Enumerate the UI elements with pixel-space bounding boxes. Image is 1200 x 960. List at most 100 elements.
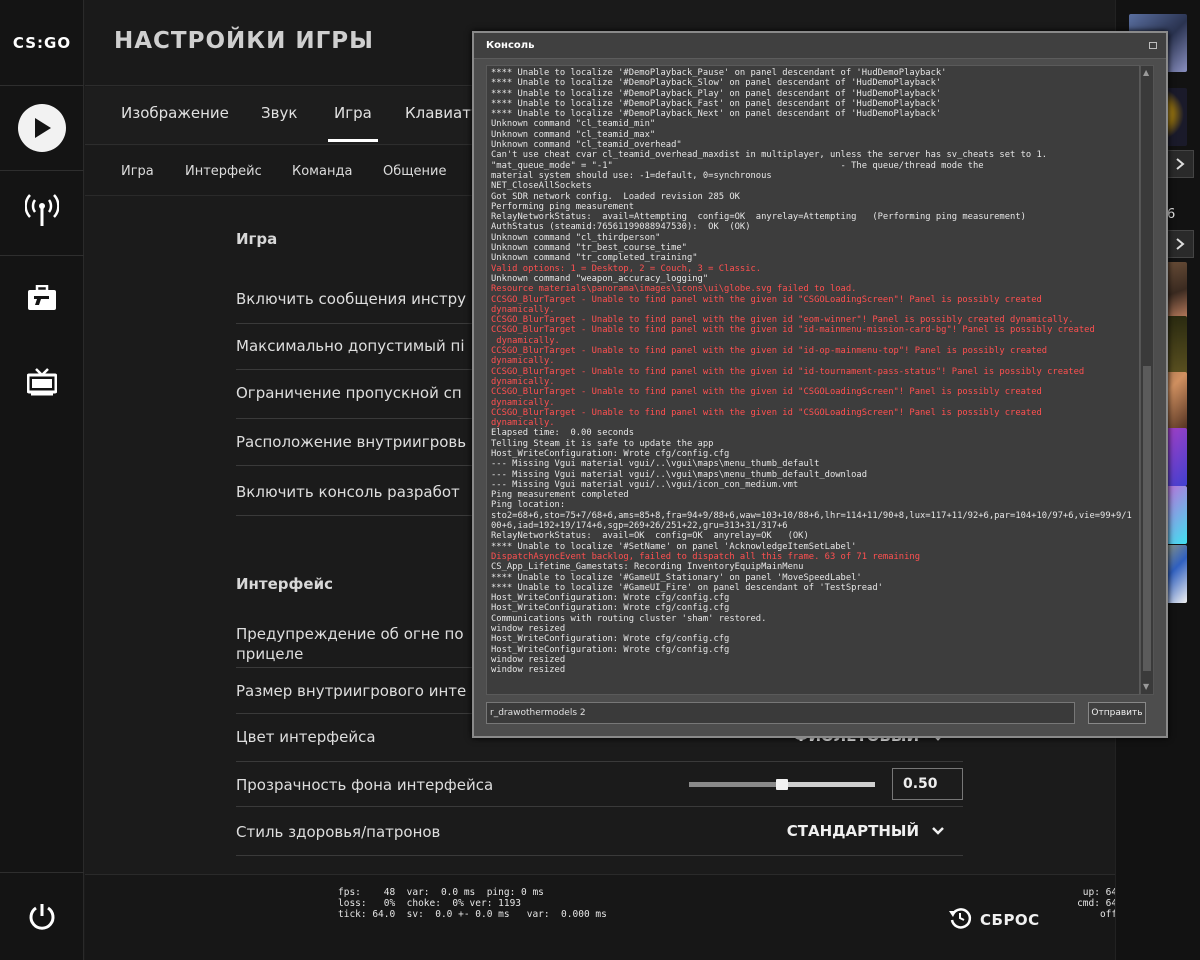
console-line: **** Unable to localize '#SetName' on pa… [491, 541, 857, 552]
opacity-slider[interactable] [689, 779, 875, 790]
page-title: НАСТРОЙКИ ИГРЫ [114, 28, 374, 54]
reset-button[interactable]: СБРОС [948, 906, 1040, 934]
opacity-input[interactable]: 0.50 [892, 768, 963, 800]
setting-row[interactable]: Стиль здоровья/патронов СТАНДАРТНЫЙ [236, 807, 963, 856]
scrollbar-thumb[interactable] [1143, 366, 1151, 671]
console-line: **** Unable to localize '#DemoPlayback_P… [491, 88, 942, 99]
reset-icon [948, 906, 972, 934]
console-log: **** Unable to localize '#DemoPlayback_P… [491, 68, 1137, 676]
subtab-game[interactable]: Игра [121, 164, 154, 179]
console-line: Unknown command "weapon_accuracy_logging… [491, 273, 709, 284]
console-scrollbar[interactable]: ▲ ▼ [1140, 65, 1154, 695]
console-line: window resized [491, 665, 566, 676]
tab-audio[interactable]: Звук [261, 104, 297, 122]
play-button[interactable] [0, 86, 84, 170]
console-output[interactable]: **** Unable to localize '#DemoPlayback_P… [486, 65, 1140, 695]
console-line: dynamically. [491, 356, 555, 367]
console-line: **** Unable to localize '#DemoPlayback_F… [491, 98, 942, 109]
console-line: CS_App_Lifetime_Gamestats: Recording Inv… [491, 562, 804, 573]
reset-label: СБРОС [980, 911, 1040, 929]
console-line: Host_WriteConfiguration: Wrote cfg/confi… [491, 593, 730, 604]
csgo-logo[interactable]: CS:GO [0, 0, 84, 86]
console-line: Ping measurement completed [491, 490, 629, 501]
console-line: --- Missing Vgui material vgui/..\vgui\m… [491, 469, 868, 480]
setting-row: Прозрачность фона интерфейса 0.50 [236, 762, 963, 807]
console-line: Unknown command "cl_thirdperson" [491, 232, 661, 243]
console-line: NET_CloseAllSockets [491, 181, 592, 192]
setting-label: Предупреждение об огне по [236, 625, 464, 643]
console-command-input[interactable]: r_drawothermodels 2 [486, 702, 1075, 724]
tab-game[interactable]: Игра [328, 104, 378, 142]
scroll-down-icon[interactable]: ▼ [1143, 683, 1149, 691]
console-line: dynamically. [491, 376, 555, 387]
console-line: RelayNetworkStatus: avail=Attempting con… [491, 212, 1026, 223]
setting-label: Цвет интерфейса [236, 728, 376, 746]
tab-video[interactable]: Изображение [121, 104, 229, 122]
console-line: sto2=68+6,sto=75+7/68+6,ams=85+8,fra=94+… [491, 510, 1132, 532]
subtab-communication[interactable]: Общение [383, 164, 446, 179]
console-line: CCSGO_BlurTarget - Unable to find panel … [491, 315, 1074, 326]
netgraph-line: loss: 0% choke: 0% ver: 1193 [338, 898, 522, 909]
section-heading-game: Игра [236, 230, 278, 248]
section-heading-interface: Интерфейс [236, 575, 333, 593]
console-line: Unknown command "cl_teamid_max" [491, 129, 656, 140]
setting-label: прицеле [236, 645, 304, 663]
briefcase-gun-icon [27, 284, 57, 315]
chevron-right-icon [1176, 238, 1185, 250]
tv-icon [26, 368, 58, 400]
setting-label: Расположение внутриигровь [236, 433, 467, 451]
console-line: Host_WriteConfiguration: Wrote cfg/confi… [491, 603, 730, 614]
console-line: RelayNetworkStatus: avail=OK config=OK a… [491, 531, 809, 542]
console-line: CCSGO_BlurTarget - Unable to find panel … [491, 387, 1042, 398]
console-window[interactable]: Консоль **** Unable to localize '#DemoPl… [472, 31, 1168, 738]
slider-handle[interactable] [776, 779, 788, 790]
setting-label: Включить консоль разработ [236, 483, 460, 501]
console-line: --- Missing Vgui material vgui/..\vgui\m… [491, 459, 820, 470]
netgraph-left: fps: 48 var: 0.0 ms ping: 0 ms loss: 0% c… [338, 887, 607, 920]
inventory-button[interactable] [0, 258, 84, 342]
console-line: Host_WriteConfiguration: Wrote cfg/confi… [491, 644, 730, 655]
watch-button[interactable] [0, 342, 84, 426]
console-line: Unknown command "tr_completed_training" [491, 253, 698, 264]
console-line: dynamically. [491, 418, 555, 429]
console-line: Telling Steam it is safe to update the a… [491, 438, 714, 449]
console-line: dynamically. [491, 397, 555, 408]
console-titlebar[interactable]: Консоль [474, 33, 1166, 59]
setting-label: Стиль здоровья/патронов [236, 823, 441, 841]
console-line: **** Unable to localize '#GameUI_Station… [491, 572, 862, 583]
subtab-interface[interactable]: Интерфейс [185, 164, 262, 179]
netgraph-line: tick: 64.0 sv: 0.0 +- 0.0 ms var: 0.000 … [338, 909, 607, 920]
console-line: CCSGO_BlurTarget - Unable to find panel … [491, 294, 1042, 305]
console-line: CCSGO_BlurTarget - Unable to find panel … [491, 366, 1085, 377]
console-line: Communications with routing cluster 'sha… [491, 613, 767, 624]
console-line: **** Unable to localize '#DemoPlayback_S… [491, 78, 942, 89]
console-line: Valid options: 1 = Desktop, 2 = Couch, 3… [491, 263, 762, 274]
console-line: Can't use cheat cvar cl_teamid_overhead_… [491, 150, 1048, 161]
quit-button[interactable] [0, 876, 84, 960]
subtab-team[interactable]: Команда [292, 164, 352, 179]
friends-search-button[interactable] [1166, 230, 1194, 258]
tab-keyboard[interactable]: Клавиату [405, 104, 480, 122]
console-line: Unknown command "cl_teamid_overhead" [491, 140, 682, 151]
rail-divider [0, 255, 84, 256]
console-line: window resized [491, 654, 566, 665]
chevron-down-icon[interactable] [931, 824, 945, 838]
console-line: **** Unable to localize '#DemoPlayback_N… [491, 109, 942, 120]
console-line: DispatchAsyncEvent backlog, failed to di… [491, 551, 920, 562]
scroll-up-icon[interactable]: ▲ [1143, 69, 1149, 77]
console-line: dynamically. [491, 335, 560, 346]
console-line: Host_WriteConfiguration: Wrote cfg/confi… [491, 448, 730, 459]
health-style-value[interactable]: СТАНДАРТНЫЙ [787, 822, 919, 840]
friends-expand-button[interactable] [1166, 150, 1194, 178]
console-line: Unknown command "cl_teamid_min" [491, 119, 656, 130]
console-submit-button[interactable]: Отправить [1088, 702, 1146, 724]
console-line: material system should use: -1=default, … [491, 170, 772, 181]
maximize-icon[interactable] [1149, 42, 1157, 49]
rail-divider [0, 872, 84, 873]
console-line: CCSGO_BlurTarget - Unable to find panel … [491, 407, 1042, 418]
setting-label: Включить сообщения инстру [236, 290, 467, 308]
console-line: window resized [491, 624, 566, 635]
watch-broadcast-button[interactable] [0, 170, 84, 254]
console-line: Elapsed time: 0.00 seconds [491, 428, 634, 439]
console-line: CCSGO_BlurTarget - Unable to find panel … [491, 325, 1095, 336]
